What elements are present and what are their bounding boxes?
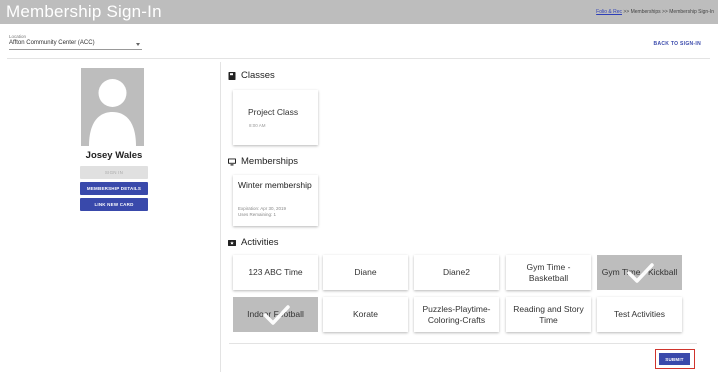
activity-tile[interactable]: Reading and Story Time (506, 297, 591, 332)
top-bar: Membership Sign-In Folio & Rec >> Member… (0, 0, 718, 24)
activity-tile[interactable]: 123 ABC Time (233, 255, 318, 290)
divider (7, 58, 710, 59)
divider (229, 343, 697, 344)
membership-meta: Expiration: Apr 30, 2019 Uses Remaining:… (238, 206, 286, 217)
monitor-icon (228, 158, 236, 165)
activities-header: Activities (228, 237, 278, 248)
activity-tile[interactable]: Gym Time - Basketball (506, 255, 591, 290)
activity-label: Korate (352, 309, 379, 320)
activity-label: 123 ABC Time (248, 267, 303, 278)
membership-title: Winter membership (238, 180, 312, 190)
ticket-icon (228, 239, 236, 246)
breadcrumb-item-memberships: Memberships (630, 9, 661, 15)
location-select[interactable]: Affton Community Center (ACC) (9, 40, 142, 50)
membership-card[interactable]: Winter membership Expiration: Apr 30, 20… (233, 175, 318, 226)
link-new-card-button[interactable]: LINK NEW CARD (80, 198, 148, 211)
activity-label: Diane2 (443, 267, 470, 278)
location-label: Location (9, 34, 27, 39)
breadcrumb-link-home[interactable]: Folio & Rec (596, 9, 622, 15)
location-value: Affton Community Center (ACC) (9, 40, 95, 46)
activity-tile-selected[interactable]: Gym Time - Kickball (597, 255, 682, 290)
submit-button[interactable]: SUBMIT (659, 353, 690, 365)
membership-uses: Uses Remaining: 1 (238, 211, 277, 217)
activity-label: Test Activities (613, 309, 666, 320)
activity-tile[interactable]: Puzzles-Playtime-Coloring-Crafts (414, 297, 499, 332)
chevron-down-icon (136, 43, 140, 46)
sign-in-button[interactable]: SIGN IN (80, 166, 148, 179)
submit-highlight[interactable]: SUBMIT (655, 349, 695, 369)
activity-tile[interactable]: Test Activities (597, 297, 682, 332)
activity-label: Indoor Football (247, 309, 304, 320)
activity-tile[interactable]: Diane2 (414, 255, 499, 290)
breadcrumb: Folio & Rec >> Memberships >> Membership… (596, 9, 714, 15)
membership-details-button[interactable]: MEMBERSHIP DETAILS (80, 182, 148, 195)
breadcrumb-separator: >> (623, 9, 630, 15)
member-name: Josey Wales (85, 150, 143, 161)
back-to-sign-in-link[interactable]: BACK TO SIGN-IN (654, 41, 701, 47)
class-card[interactable]: Project Class 8:00 AM (233, 90, 318, 145)
classes-header: Classes (228, 70, 275, 81)
section-title: Activities (241, 237, 279, 248)
activity-label: Gym Time - Basketball (526, 262, 571, 283)
activity-tile[interactable]: Korate (323, 297, 408, 332)
avatar (81, 68, 144, 146)
membership-expiration: Expiration: Apr 30, 2019 (238, 206, 287, 211)
class-time: 8:00 AM (249, 123, 266, 128)
class-title: Project Class (248, 107, 299, 117)
activity-tile-selected[interactable]: Indoor Football (233, 297, 318, 332)
breadcrumb-item-current: Membership Sign-In (669, 9, 714, 15)
memberships-header: Memberships (228, 156, 298, 167)
section-title: Memberships (241, 156, 299, 167)
activity-label: Diane (354, 267, 377, 278)
activity-label: Puzzles-Playtime-Coloring-Crafts (422, 304, 491, 325)
divider (220, 62, 221, 372)
book-icon (228, 71, 236, 80)
section-title: Classes (241, 70, 275, 81)
activity-tile[interactable]: Diane (323, 255, 408, 290)
app-title: Membership Sign-In (6, 2, 162, 21)
activity-label: Reading and Story Time (513, 304, 584, 325)
activity-label: Gym Time - Kickball (601, 267, 678, 278)
breadcrumb-separator: >> (662, 9, 668, 15)
